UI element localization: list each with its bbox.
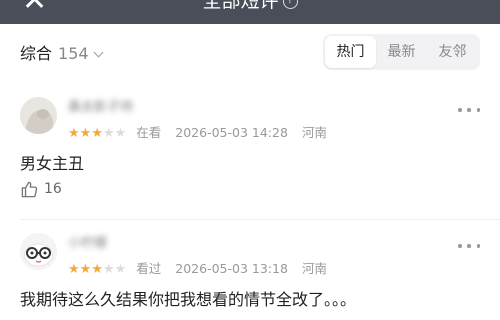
filter-bar: 综合 154 热门 最新 友邻 — [0, 24, 500, 82]
top-navigation-bar: ✕ 全部短评? — [0, 0, 500, 24]
more-options-icon[interactable] — [458, 106, 480, 114]
like-button[interactable]: 16 — [20, 178, 62, 200]
rating-stars: ★★★★★ — [68, 125, 126, 141]
thumbs-up-icon — [21, 181, 38, 197]
comment-item: 小柠檬 ★★★★★ 看过 2026-05-03 13:18 河南 我期待这么久结… — [0, 230, 500, 320]
comment-location: 河南 — [301, 261, 327, 276]
star-icon: ★ — [91, 262, 103, 277]
comment-datetime: 2026-05-03 14:28 — [175, 125, 288, 140]
star-icon: ★ — [79, 126, 92, 141]
username[interactable]: 小柠檬 — [68, 232, 107, 251]
tab-latest[interactable]: 最新 — [376, 36, 427, 68]
comment-text: 男女主丑 — [20, 154, 85, 173]
star-icon: ★ — [102, 126, 115, 141]
star-icon: ★ — [68, 262, 80, 277]
more-options-icon[interactable] — [458, 242, 480, 250]
star-icon: ★ — [114, 126, 127, 141]
star-icon: ★ — [91, 126, 103, 141]
comment-meta: ★★★★★ 在看 2026-05-03 14:28 河南 — [68, 122, 327, 141]
tab-friends[interactable]: 友邻 — [427, 36, 478, 68]
star-icon: ★ — [102, 262, 115, 277]
sort-label: 综合 — [20, 44, 53, 63]
comment-count: 154 — [58, 44, 89, 63]
divider — [20, 219, 500, 220]
comment-datetime: 2026-05-03 13:18 — [175, 261, 288, 276]
comment-text: 我期待这么久结果你把我想看的情节全改了。。。 — [20, 290, 357, 309]
help-icon[interactable]: ? — [282, 0, 298, 9]
comment-location: 河南 — [301, 125, 327, 140]
tab-hot[interactable]: 热门 — [325, 36, 376, 68]
comment-meta: ★★★★★ 看过 2026-05-03 13:18 河南 — [68, 258, 327, 277]
avatar[interactable] — [20, 233, 57, 270]
avatar[interactable] — [20, 97, 57, 134]
star-icon: ★ — [79, 262, 92, 277]
rating-stars: ★★★★★ — [68, 261, 126, 277]
star-icon: ★ — [68, 126, 80, 141]
watch-status: 看过 — [136, 261, 162, 276]
sort-dropdown[interactable]: 综合 154 — [20, 40, 104, 64]
page-title: 全部短评? — [0, 0, 500, 14]
tab-segmented-control: 热门 最新 友邻 — [323, 34, 480, 70]
star-icon: ★ — [114, 262, 127, 277]
chevron-down-icon — [93, 47, 104, 58]
like-count: 16 — [44, 181, 62, 197]
watch-status: 在看 — [136, 125, 162, 140]
comment-item: 桑去影子帅 ★★★★★ 在看 2026-05-03 14:28 河南 男女主丑 … — [0, 94, 500, 212]
username[interactable]: 桑去影子帅 — [68, 96, 133, 115]
